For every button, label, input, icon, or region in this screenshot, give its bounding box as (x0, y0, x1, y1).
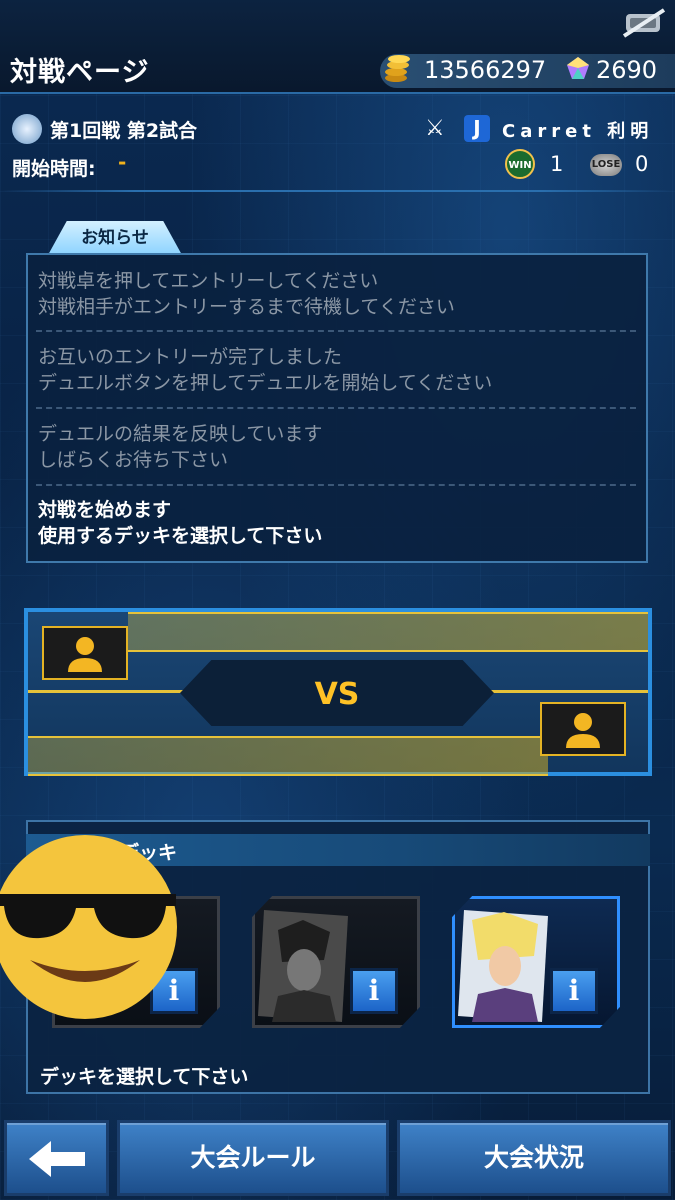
page-title: 対戦ページ (10, 57, 150, 88)
notice-item-current: 対戦を始めます 使用するデッキを選択して下さい (38, 499, 323, 547)
lose-count: 0 (635, 152, 649, 176)
character-portrait (258, 910, 348, 1022)
gold-coins-icon (385, 55, 410, 82)
vs-label: VS (314, 677, 360, 712)
notice-tab: お知らせ (48, 221, 182, 255)
notice-item: お互いのエントリーが完了しました デュエルボタンを押してデュエルを開始してくださ… (38, 346, 493, 394)
notice-item: デュエルの結果を反映しています しばらくお待ち下さい (38, 423, 323, 471)
opponent-rank-badge: J (464, 115, 490, 142)
lose-badge: LOSE (590, 154, 622, 176)
info-divider (0, 190, 675, 192)
opponent-name: Carret 利明 (502, 121, 654, 142)
win-badge-icon: WIN (505, 149, 535, 179)
player-avatar[interactable] (42, 626, 128, 680)
opponent-silhouette-icon (566, 713, 600, 748)
deck-info-button[interactable]: i (550, 968, 598, 1014)
gem-icon (567, 57, 589, 79)
crossed-swords-icon: ⚔ (425, 116, 445, 141)
start-time-label: 開始時間: (12, 158, 96, 180)
notice-divider (36, 484, 636, 486)
back-arrow-icon (28, 1141, 85, 1177)
bottom-gold-strip (28, 736, 548, 776)
tournament-emblem-icon (12, 114, 42, 144)
sunglasses-emoji-icon (0, 835, 177, 1019)
notice-divider (36, 407, 636, 409)
win-label: WIN (508, 160, 531, 171)
win-count: 1 (550, 152, 564, 176)
tournament-rules-button[interactable]: 大会ルール (117, 1120, 389, 1196)
tournament-status-button[interactable]: 大会状況 (397, 1120, 671, 1196)
notice-divider (36, 330, 636, 332)
start-time-value: - (118, 150, 127, 174)
notice-item: 対戦卓を押してエントリーしてください 対戦相手がエントリーするまで待機してくださ… (38, 270, 455, 318)
duel-disabled-icon[interactable] (622, 8, 666, 38)
opponent-avatar[interactable] (540, 702, 626, 756)
deck-info-button[interactable]: i (350, 968, 398, 1014)
gem-amount: 2690 (596, 56, 658, 84)
top-gold-strip (128, 612, 648, 652)
character-portrait (458, 910, 548, 1022)
gold-amount: 13566297 (424, 56, 547, 84)
match-title: 第1回戦 第2試合 (50, 120, 198, 142)
deck-select-hint: デッキを選択して下さい (40, 1066, 249, 1088)
header-divider (0, 92, 675, 94)
back-button[interactable] (4, 1120, 109, 1196)
player-silhouette-icon (68, 637, 102, 672)
